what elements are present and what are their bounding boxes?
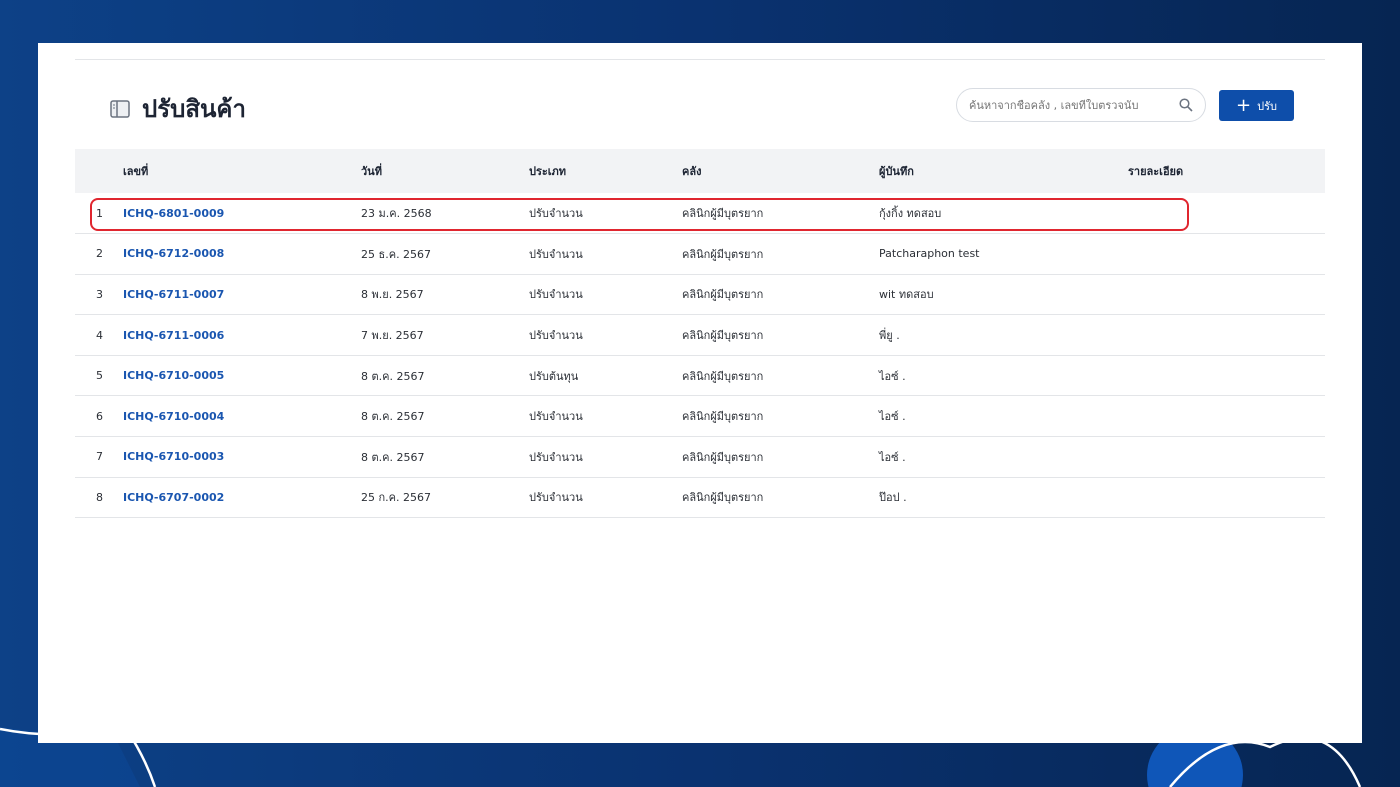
row-type: ปรับจำนวน: [529, 233, 682, 275]
row-warehouse: คลินิกผู้มีบุตรยาก: [682, 436, 879, 478]
header-warehouse: คลัง: [682, 149, 879, 193]
page-title: ปรับสินค้า: [142, 95, 246, 123]
row-warehouse: คลินิกผู้มีบุตรยาก: [682, 395, 879, 438]
row-date: 8 ต.ค. 2567: [361, 436, 529, 478]
row-date: 25 ก.ค. 2567: [361, 477, 529, 519]
row-warehouse: คลินิกผู้มีบุตรยาก: [682, 314, 879, 356]
row-number-link[interactable]: ICHQ-6801-0009: [123, 193, 361, 235]
search-input[interactable]: [969, 98, 1179, 112]
row-detail: [1128, 477, 1325, 519]
add-adjustment-button[interactable]: + ปรับ: [1219, 90, 1294, 121]
row-type: ปรับจำนวน: [529, 314, 682, 356]
row-number-link[interactable]: ICHQ-6710-0004: [123, 395, 361, 438]
row-date: 8 ต.ค. 2567: [361, 355, 529, 397]
row-type: ปรับต้นทุน: [529, 355, 682, 397]
table-row[interactable]: 7 ICHQ-6710-0003 8 ต.ค. 2567 ปรับจำนวน คลินิ…: [75, 436, 1325, 478]
row-date: 23 ม.ค. 2568: [361, 193, 529, 235]
row-number-link[interactable]: ICHQ-6710-0003: [123, 436, 361, 478]
row-number-link[interactable]: ICHQ-6712-0008: [123, 233, 361, 275]
row-detail: [1128, 314, 1325, 356]
row-index: 2: [75, 233, 123, 275]
search-box[interactable]: [956, 88, 1206, 122]
table-row[interactable]: 3 ICHQ-6711-0007 8 พ.ย. 2567 ปรับจำนวน คลินิ…: [75, 274, 1325, 316]
row-index: 5: [75, 355, 123, 397]
row-detail: [1128, 395, 1325, 438]
row-warehouse: คลินิกผู้มีบุตรยาก: [682, 274, 879, 316]
row-number-link[interactable]: ICHQ-6711-0007: [123, 274, 361, 316]
row-index: 7: [75, 436, 123, 478]
row-type: ปรับจำนวน: [529, 395, 682, 438]
row-date: 25 ธ.ค. 2567: [361, 233, 529, 275]
header-detail: รายละเอียด: [1128, 149, 1325, 193]
row-detail: [1128, 436, 1325, 478]
search-icon[interactable]: [1179, 98, 1193, 112]
row-type: ปรับจำนวน: [529, 477, 682, 519]
table-row[interactable]: 4 ICHQ-6711-0006 7 พ.ย. 2567 ปรับจำนวน คลินิ…: [75, 314, 1325, 356]
row-number-link[interactable]: ICHQ-6707-0002: [123, 477, 361, 519]
row-number-link[interactable]: ICHQ-6711-0006: [123, 314, 361, 356]
header-number: เลขที่: [123, 149, 361, 193]
header-recorder: ผู้บันทึก: [879, 149, 1128, 193]
row-number-link[interactable]: ICHQ-6710-0005: [123, 355, 361, 397]
row-warehouse: คลินิกผู้มีบุตรยาก: [682, 477, 879, 519]
row-date: 7 พ.ย. 2567: [361, 314, 529, 356]
row-recorder: พี่ยู .: [879, 314, 1128, 356]
row-detail: [1128, 193, 1325, 235]
row-date: 8 พ.ย. 2567: [361, 274, 529, 316]
header-type: ประเภท: [529, 149, 682, 193]
header-date: วันที่: [361, 149, 529, 193]
row-warehouse: คลินิกผู้มีบุตรยาก: [682, 233, 879, 275]
row-recorder: ไอซ์ .: [879, 436, 1128, 478]
row-detail: [1128, 355, 1325, 397]
table-row[interactable]: 5 ICHQ-6710-0005 8 ต.ค. 2567 ปรับต้นทุน คลิน…: [75, 355, 1325, 397]
table-row[interactable]: 2 ICHQ-6712-0008 25 ธ.ค. 2567 ปรับจำนวน คลิน…: [75, 233, 1325, 275]
row-detail: [1128, 233, 1325, 275]
row-recorder: ไอซ์ .: [879, 355, 1128, 397]
plus-icon: +: [1236, 94, 1252, 116]
row-index: 1: [75, 193, 123, 235]
content-card: ปรับสินค้า +ปรับ เลขที่ วันที่ ประเภท คล…: [38, 43, 1362, 743]
row-detail: [1128, 274, 1325, 316]
row-index: 3: [75, 274, 123, 316]
row-index: 8: [75, 477, 123, 519]
row-recorder: ป๊อป .: [879, 477, 1128, 519]
row-recorder: กุ้งกิ้ง ทดสอบ: [879, 193, 1128, 235]
sidebar-toggle-icon[interactable]: [110, 99, 130, 118]
table-row[interactable]: 1 ICHQ-6801-0009 23 ม.ค. 2568 ปรับจำนวน คลิน…: [75, 193, 1325, 235]
row-recorder: ไอซ์ .: [879, 395, 1128, 438]
table-row[interactable]: 8 ICHQ-6707-0002 25 ก.ค. 2567 ปรับจำนวน คลิน…: [75, 477, 1325, 519]
table-row[interactable]: 6 ICHQ-6710-0004 8 ต.ค. 2567 ปรับจำนวน คลินิ…: [75, 395, 1325, 438]
adjustment-table: เลขที่ วันที่ ประเภท คลัง ผู้บันทึก รายล…: [75, 149, 1325, 519]
row-recorder: Patcharaphon test: [879, 233, 1128, 275]
row-index: 6: [75, 395, 123, 438]
row-warehouse: คลินิกผู้มีบุตรยาก: [682, 355, 879, 397]
row-warehouse: คลินิกผู้มีบุตรยาก: [682, 193, 879, 235]
row-type: ปรับจำนวน: [529, 193, 682, 235]
table-header: เลขที่ วันที่ ประเภท คลัง ผู้บันทึก รายล…: [75, 149, 1325, 193]
row-index: 4: [75, 314, 123, 356]
page-header: ปรับสินค้า: [110, 89, 246, 128]
header-index: [75, 149, 123, 193]
row-recorder: wit ทดสอบ: [879, 274, 1128, 316]
row-type: ปรับจำนวน: [529, 436, 682, 478]
row-type: ปรับจำนวน: [529, 274, 682, 316]
row-date: 8 ต.ค. 2567: [361, 395, 529, 438]
divider: [75, 59, 1325, 60]
